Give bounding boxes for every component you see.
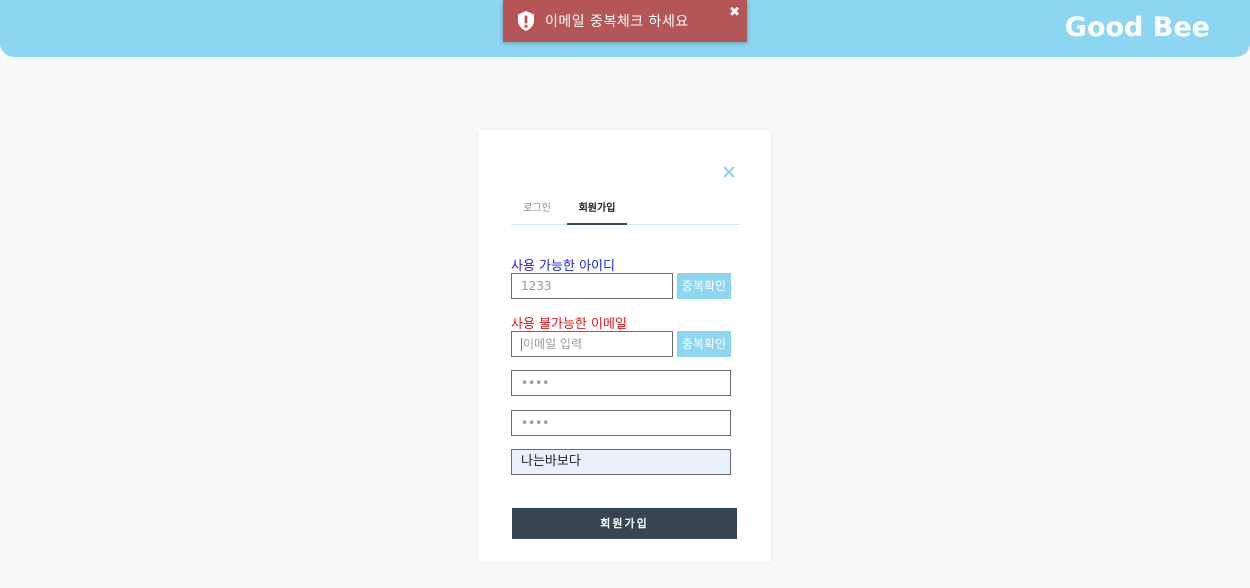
toast-message: 이메일 중복체크 하세요: [545, 14, 689, 30]
id-status-message: 사용 가능한 아이디: [511, 259, 615, 274]
email-duplicate-check-button[interactable]: 중복확인: [677, 331, 731, 357]
email-status-message: 사용 불가능한 이메일: [511, 317, 627, 332]
email-placeholder: 이메일 입력: [523, 337, 583, 351]
email-input[interactable]: 이메일 입력: [511, 331, 673, 357]
signup-submit-button[interactable]: 회원가입: [512, 508, 737, 539]
auth-tabs: 로그인 회원가입: [511, 200, 739, 225]
text-caret: [521, 338, 522, 351]
shield-exclamation-icon: [515, 10, 537, 32]
signup-modal: 로그인 회원가입 사용 가능한 아이디 1233 중복확인 사용 불가능한 이메…: [478, 130, 771, 562]
tab-login[interactable]: 로그인: [511, 200, 563, 225]
password-confirm-input[interactable]: ••••: [511, 410, 731, 436]
tab-signup[interactable]: 회원가입: [567, 200, 627, 225]
close-icon[interactable]: [721, 164, 737, 180]
brand-logo[interactable]: Good Bee: [1065, 12, 1210, 43]
error-toast: 이메일 중복체크 하세요 ✖: [503, 0, 747, 42]
id-duplicate-check-button[interactable]: 중복확인: [677, 273, 731, 299]
nickname-input[interactable]: 나는바보다: [511, 449, 731, 475]
password-input[interactable]: ••••: [511, 370, 731, 396]
id-input[interactable]: 1233: [511, 273, 673, 299]
toast-close-button[interactable]: ✖: [729, 5, 740, 20]
